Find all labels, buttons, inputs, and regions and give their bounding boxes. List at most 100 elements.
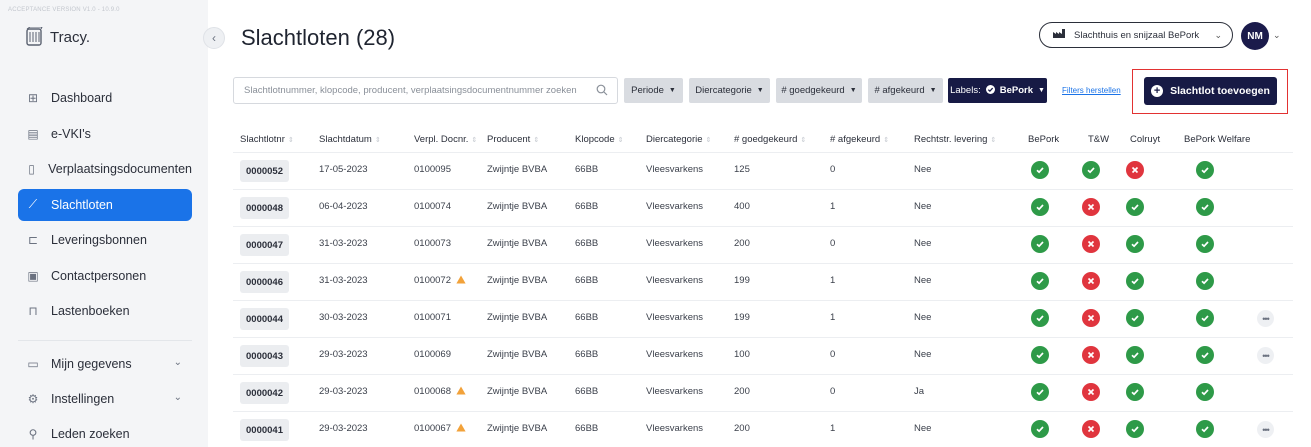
slachtlot-number[interactable]: 0000052 bbox=[240, 160, 289, 182]
slachtlot-number[interactable]: 0000043 bbox=[240, 345, 289, 367]
sidebar-item-mijn-gegevens[interactable]: ▭ Mijn gegevens ⌄ bbox=[18, 348, 192, 380]
column-header[interactable]: Verpl. Docnr. ⇕ bbox=[414, 134, 477, 145]
column-header: T&W bbox=[1088, 134, 1110, 145]
column-header[interactable]: # goedgekeurd ⇕ bbox=[734, 134, 806, 145]
goedgekeurd-cell: 200 bbox=[734, 386, 750, 397]
goedgekeurd-cell: 199 bbox=[734, 312, 750, 323]
check-circle-icon bbox=[1196, 383, 1214, 401]
table-row[interactable]: 0000044 30-03-2023 0100071 Zwijntje BVBA 66B… bbox=[233, 300, 1293, 336]
check-circle-icon bbox=[1031, 309, 1049, 327]
organization-name: Slachthuis en snijzaal BePork bbox=[1074, 29, 1200, 41]
search-icon[interactable] bbox=[596, 84, 608, 99]
column-header[interactable]: Klopcode ⇕ bbox=[575, 134, 624, 145]
check-circle-icon bbox=[1126, 198, 1144, 216]
table-row[interactable]: 0000048 06-04-2023 0100074 Zwijntje BVBA 66B… bbox=[233, 189, 1293, 225]
collapse-sidebar-button[interactable]: ‹ bbox=[203, 27, 225, 49]
column-header[interactable]: Slachtdatum ⇕ bbox=[319, 134, 381, 145]
slachtlot-number[interactable]: 0000041 bbox=[240, 419, 289, 441]
slachtlot-number[interactable]: 0000046 bbox=[240, 271, 289, 293]
caret-down-icon: ▼ bbox=[849, 87, 857, 94]
add-slachtlot-button[interactable]: + Slachtlot toevoegen bbox=[1144, 77, 1277, 105]
check-circle-icon bbox=[1196, 198, 1214, 216]
slachtlot-number[interactable]: 0000042 bbox=[240, 382, 289, 404]
cross-circle-icon bbox=[1082, 198, 1100, 216]
afgekeurd-cell: 1 bbox=[830, 275, 836, 286]
klopcode-cell: 66BB bbox=[575, 386, 599, 397]
more-options-icon[interactable]: ••• bbox=[1257, 347, 1274, 364]
check-circle-icon bbox=[1126, 235, 1144, 253]
sidebar-item-label: Slachtloten bbox=[51, 197, 113, 212]
sidebar-item-instellingen[interactable]: ⚙ Instellingen ⌄ bbox=[18, 383, 192, 415]
sidebar-item-label: Mijn gegevens bbox=[51, 357, 132, 371]
sidebar-item-verplaatsingsdocumenten[interactable]: ▯ Verplaatsingsdocumenten bbox=[18, 153, 192, 185]
filter-labels[interactable]: Labels: BePork ▼ bbox=[948, 78, 1047, 103]
caret-down-icon: ▼ bbox=[668, 87, 676, 94]
check-circle-icon bbox=[1031, 383, 1049, 401]
sidebar-item-dashboard[interactable]: ⊞ Dashboard bbox=[18, 82, 192, 114]
avatar[interactable]: NM bbox=[1241, 22, 1269, 50]
levering-cell: Nee bbox=[914, 423, 932, 434]
sidebar-item-leveringsbonnen[interactable]: ⊏ Leveringsbonnen bbox=[18, 224, 192, 256]
sort-icon: ⇕ bbox=[287, 136, 294, 144]
table-row[interactable]: 0000042 29-03-2023 0100068 Zwijntje BVBA 66B… bbox=[233, 374, 1293, 410]
table-row[interactable]: 0000041 29-03-2023 0100067 Zwijntje BVBA 66B… bbox=[233, 411, 1293, 447]
dashboard-icon: ⊞ bbox=[27, 91, 39, 105]
check-circle-icon bbox=[1126, 383, 1144, 401]
knife-icon: ⟋ bbox=[28, 197, 38, 211]
sidebar-item-contactpersonen[interactable]: ▣ Contactpersonen bbox=[18, 260, 192, 292]
check-circle-icon bbox=[1126, 272, 1144, 290]
sidebar-item-e-vki-s[interactable]: ▤ e-VKI's bbox=[18, 118, 192, 150]
check-circle-icon bbox=[1031, 346, 1049, 364]
more-options-icon[interactable]: ••• bbox=[1257, 421, 1274, 438]
sidebar-item-lastenboeken[interactable]: ⊓ Lastenboeken bbox=[18, 295, 192, 327]
filter-goedgekeurd[interactable]: # goedgekeurd ▼ bbox=[776, 78, 862, 103]
filter-periode[interactable]: Periode ▼ bbox=[624, 78, 683, 103]
diercategorie-cell: Vleesvarkens bbox=[646, 164, 704, 175]
logo-text: Tracy. bbox=[50, 28, 90, 46]
slachtlot-number[interactable]: 0000047 bbox=[240, 234, 289, 256]
reset-filters-link[interactable]: Filters herstellen bbox=[1062, 86, 1121, 95]
klopcode-cell: 66BB bbox=[575, 238, 599, 249]
chevron-down-icon[interactable]: ⌄ bbox=[1273, 30, 1281, 41]
table-row[interactable]: 0000052 17-05-2023 0100095 Zwijntje BVBA 66B… bbox=[233, 152, 1293, 188]
organization-selector[interactable]: Slachthuis en snijzaal BePork ⌄ bbox=[1039, 22, 1233, 48]
warning-icon bbox=[456, 386, 466, 398]
sort-icon: ⇕ bbox=[883, 136, 890, 144]
column-header[interactable]: Rechtstr. levering ⇕ bbox=[914, 134, 996, 145]
goedgekeurd-cell: 100 bbox=[734, 349, 750, 360]
goedgekeurd-cell: 125 bbox=[734, 164, 750, 175]
slachtlot-number[interactable]: 0000044 bbox=[240, 308, 289, 330]
producent-cell: Zwijntje BVBA bbox=[487, 349, 548, 360]
check-circle-icon bbox=[1196, 272, 1214, 290]
search-input[interactable] bbox=[244, 85, 584, 96]
producent-cell: Zwijntje BVBA bbox=[487, 423, 548, 434]
column-header[interactable]: Diercategorie ⇕ bbox=[646, 134, 711, 145]
column-header: BePork Welfare bbox=[1184, 134, 1251, 145]
slachtdatum-cell: 06-04-2023 bbox=[319, 201, 368, 212]
table-row[interactable]: 0000043 29-03-2023 0100069 Zwijntje BVBA 66B… bbox=[233, 337, 1293, 373]
klopcode-cell: 66BB bbox=[575, 201, 599, 212]
slachtdatum-cell: 29-03-2023 bbox=[319, 386, 368, 397]
column-header[interactable]: Producent ⇕ bbox=[487, 134, 539, 145]
document-stack-icon: ▤ bbox=[27, 126, 39, 141]
version-label: ACCEPTANCE VERSION V1.0 - 10.9.0 bbox=[8, 7, 120, 13]
goedgekeurd-cell: 400 bbox=[734, 201, 750, 212]
cross-circle-icon bbox=[1082, 346, 1100, 364]
table-row[interactable]: 0000047 31-03-2023 0100073 Zwijntje BVBA 66B… bbox=[233, 226, 1293, 262]
filter-diercategorie[interactable]: Diercategorie ▼ bbox=[689, 78, 770, 103]
slachtlot-number[interactable]: 0000048 bbox=[240, 197, 289, 219]
docnr-cell: 0100074 bbox=[414, 201, 451, 212]
more-options-icon[interactable]: ••• bbox=[1257, 310, 1274, 327]
logo[interactable]: Tracy. bbox=[24, 26, 90, 47]
column-header[interactable]: # afgekeurd ⇕ bbox=[830, 134, 889, 145]
sidebar-item-leden-zoeken[interactable]: ⚲ Leden zoeken bbox=[18, 418, 192, 447]
warning-icon bbox=[456, 275, 466, 287]
check-circle-icon bbox=[1031, 161, 1049, 179]
column-header[interactable]: Slachtlotnr ⇕ bbox=[240, 134, 294, 145]
diercategorie-cell: Vleesvarkens bbox=[646, 423, 704, 434]
table-row[interactable]: 0000046 31-03-2023 0100072 Zwijntje BVBA 66B… bbox=[233, 263, 1293, 299]
filter-afgekeurd[interactable]: # afgekeurd ▼ bbox=[868, 78, 943, 103]
delivery-icon: ⊏ bbox=[27, 233, 39, 247]
sidebar-item-slachtloten[interactable]: ⟋ Slachtloten bbox=[18, 188, 192, 221]
afgekeurd-cell: 1 bbox=[830, 423, 836, 434]
